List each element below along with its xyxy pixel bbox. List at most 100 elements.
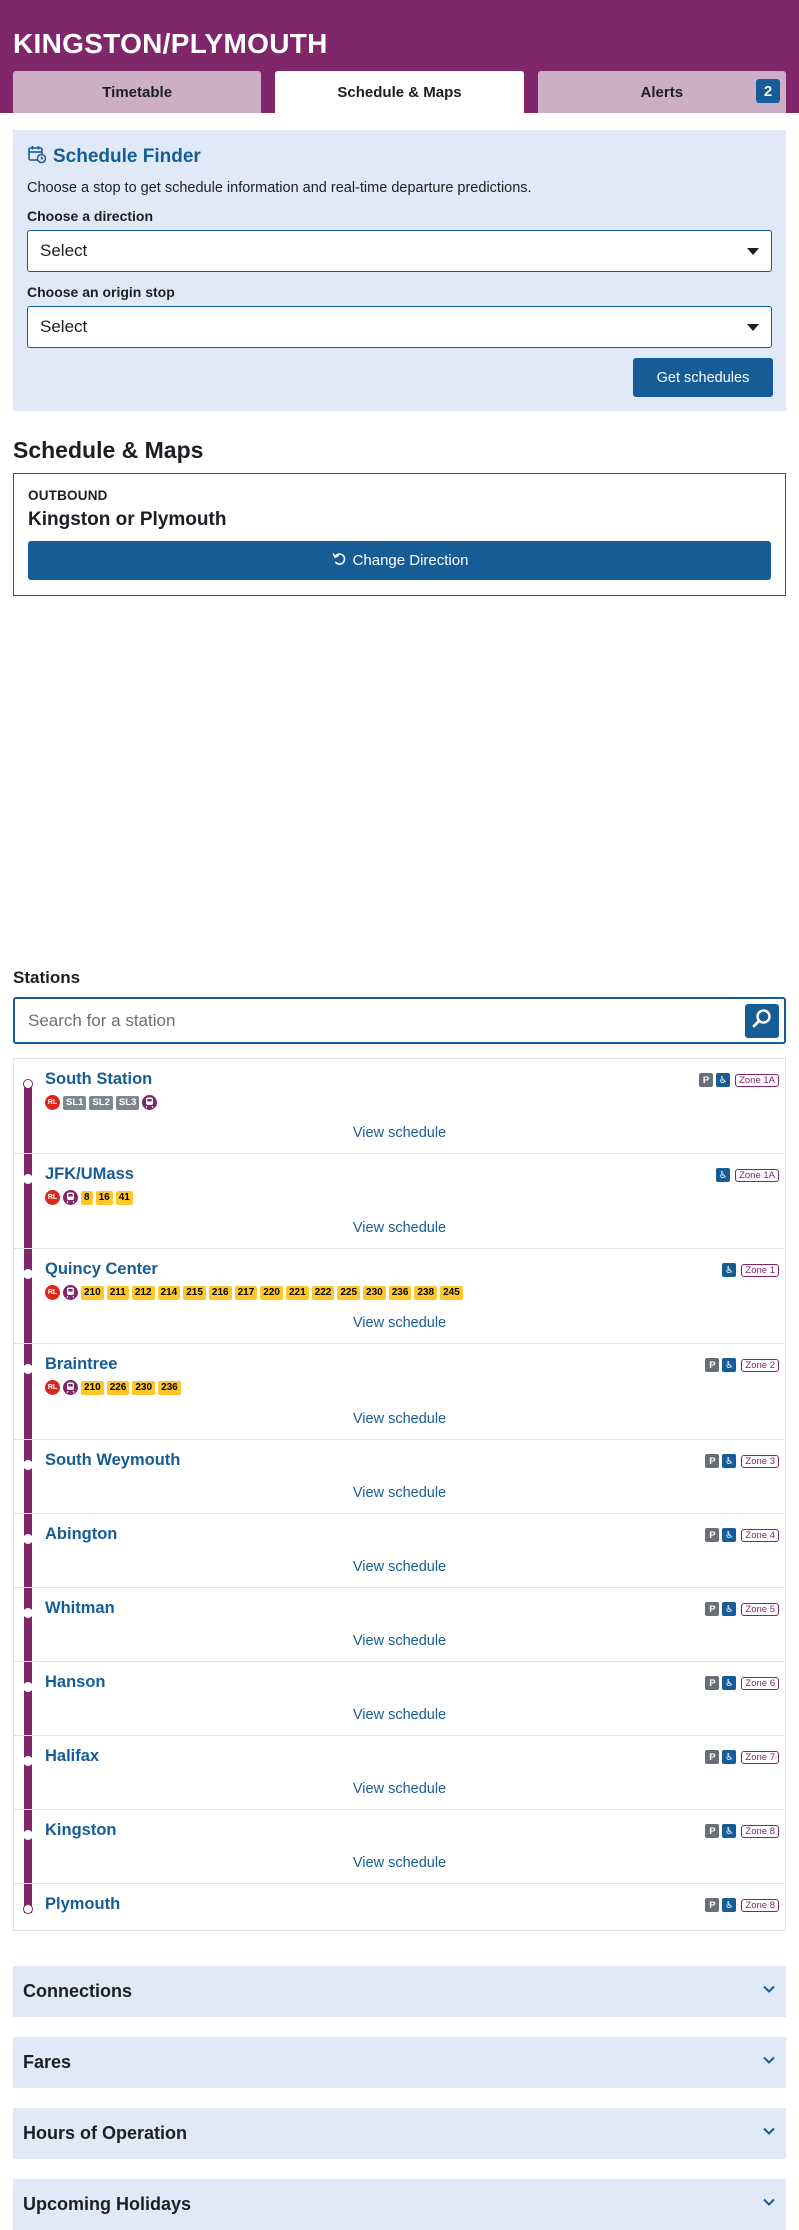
direction-name: Kingston or Plymouth <box>28 509 227 530</box>
station-row: Plymouth P ♿ Zone 8 <box>14 1884 785 1931</box>
route-tabs: Timetable Schedule & Maps Alerts 2 <box>13 71 786 113</box>
zone-badge: Zone 6 <box>741 1676 779 1690</box>
stop-marker <box>23 1460 33 1470</box>
bus-route-badge: 222 <box>311 1285 335 1300</box>
red-line-icon: RL <box>45 1285 60 1300</box>
station-features: P ♿ Zone 2 <box>705 1358 779 1372</box>
tab-schedule-maps[interactable]: Schedule & Maps <box>275 71 524 113</box>
zone-badge: Zone 3 <box>741 1454 779 1468</box>
zone-badge: Zone 8 <box>741 1898 779 1912</box>
station-name-link[interactable]: Kingston <box>45 1821 117 1840</box>
view-schedule-link[interactable]: View schedule <box>14 1707 785 1723</box>
station-row: Halifax P ♿ Zone 7 View schedule <box>14 1736 785 1810</box>
accessible-icon: ♿ <box>716 1168 731 1182</box>
station-features: P ♿ Zone 1A <box>699 1073 779 1087</box>
station-row: JFK/UMass ♿ Zone 1A RL 8 16 41 View schedule <box>14 1154 785 1249</box>
stop-marker <box>23 1364 33 1374</box>
tab-alerts[interactable]: Alerts 2 <box>537 71 786 113</box>
accordion-title: Upcoming Holidays <box>23 2194 192 2214</box>
chevron-down-icon <box>762 1982 776 2001</box>
search-button[interactable] <box>745 1003 779 1038</box>
view-schedule-link[interactable]: View schedule <box>14 1633 785 1649</box>
silver-line-badge: SL3 <box>115 1095 140 1110</box>
zone-badge: Zone 2 <box>741 1358 779 1372</box>
bus-route-badge: 221 <box>285 1285 309 1300</box>
bus-route-badge: 41 <box>115 1190 133 1205</box>
station-features: P ♿ Zone 3 <box>705 1454 779 1468</box>
silver-line-badge: SL2 <box>89 1095 113 1110</box>
view-schedule-link[interactable]: View schedule <box>14 1855 785 1871</box>
view-schedule-link[interactable]: View schedule <box>14 1485 785 1501</box>
connections-accordion[interactable]: Connections <box>13 1966 786 2017</box>
view-schedule-link[interactable]: View schedule <box>14 1559 785 1575</box>
change-direction-label: Change Direction <box>352 552 469 569</box>
station-name-link[interactable]: JFK/UMass <box>45 1165 134 1184</box>
change-direction-button[interactable]: Change Direction <box>28 541 771 580</box>
station-row: Whitman P ♿ Zone 5 View schedule <box>14 1588 785 1662</box>
caret-down-icon <box>747 247 759 255</box>
hours-accordion[interactable]: Hours of Operation <box>13 2108 786 2159</box>
route-header: KINGSTON/PLYMOUTH Timetable Schedule & M… <box>0 0 799 113</box>
station-name-link[interactable]: Plymouth <box>45 1895 120 1914</box>
station-row: South Station P ♿ Zone 1A RL SL1 SL2 SL3 View sc… <box>14 1059 785 1154</box>
station-row: South Weymouth P ♿ Zone 3 View schedule <box>14 1440 785 1514</box>
route-title: KINGSTON/PLYMOUTH <box>13 28 328 59</box>
accordion-title: Connections <box>23 1981 133 2001</box>
view-schedule-link[interactable]: View schedule <box>14 1220 785 1236</box>
station-search-input[interactable]: Search for a station <box>13 997 786 1044</box>
station-features: ♿ Zone 1 <box>722 1263 779 1277</box>
station-name-link[interactable]: South Station <box>45 1070 152 1089</box>
accessible-icon: ♿ <box>722 1602 737 1616</box>
search-icon <box>751 1007 773 1034</box>
station-name-link[interactable]: Hanson <box>45 1673 106 1692</box>
station-name-link[interactable]: Whitman <box>45 1599 115 1618</box>
bus-route-badge: 226 <box>106 1380 130 1395</box>
view-schedule-link[interactable]: View schedule <box>14 1315 785 1331</box>
view-schedule-link[interactable]: View schedule <box>14 1411 785 1427</box>
tab-timetable[interactable]: Timetable <box>13 71 262 113</box>
station-features: P ♿ Zone 4 <box>705 1528 779 1542</box>
origin-select[interactable]: Select <box>27 306 772 348</box>
accessible-icon: ♿ <box>722 1898 737 1912</box>
connection-badges: RL 8 16 41 <box>45 1190 133 1205</box>
commuter-rail-icon <box>63 1380 78 1395</box>
holidays-accordion[interactable]: Upcoming Holidays <box>13 2179 786 2230</box>
station-row: Kingston P ♿ Zone 8 View schedule <box>14 1810 785 1884</box>
connection-badges: RL 210 211 212 214 215 216 217 220 221 222 225 230 23… <box>45 1285 463 1300</box>
zone-badge: Zone 1A <box>735 1168 779 1182</box>
red-line-icon: RL <box>45 1095 60 1110</box>
red-line-icon: RL <box>45 1190 60 1205</box>
red-line-icon: RL <box>45 1380 60 1395</box>
zone-badge: Zone 8 <box>741 1824 779 1838</box>
bus-route-badge: 225 <box>337 1285 361 1300</box>
parking-icon: P <box>705 1824 720 1838</box>
station-name-link[interactable]: South Weymouth <box>45 1451 180 1470</box>
accessible-icon: ♿ <box>722 1263 737 1277</box>
station-features: P ♿ Zone 8 <box>705 1824 779 1838</box>
accessible-icon: ♿ <box>722 1824 737 1838</box>
direction-select-value: Select <box>40 241 88 260</box>
station-name-link[interactable]: Quincy Center <box>45 1260 158 1279</box>
station-features: P ♿ Zone 6 <box>705 1676 779 1690</box>
get-schedules-button[interactable]: Get schedules <box>633 358 773 397</box>
schedule-finder-title: Schedule Finder <box>53 146 201 167</box>
station-features: P ♿ Zone 7 <box>705 1750 779 1764</box>
bus-route-badge: 8 <box>81 1190 93 1205</box>
view-schedule-link[interactable]: View schedule <box>14 1125 785 1141</box>
accordion-title: Hours of Operation <box>23 2123 188 2143</box>
fares-accordion[interactable]: Fares <box>13 2037 786 2088</box>
bus-route-badge: 214 <box>157 1285 181 1300</box>
bus-route-badge: 220 <box>260 1285 283 1300</box>
stop-marker <box>23 1174 33 1184</box>
station-name-link[interactable]: Braintree <box>45 1355 117 1374</box>
view-schedule-link[interactable]: View schedule <box>14 1781 785 1797</box>
accessible-icon: ♿ <box>722 1676 737 1690</box>
direction-select[interactable]: Select <box>27 230 772 272</box>
bus-route-badge: 238 <box>414 1285 438 1300</box>
stop-marker <box>23 1682 33 1692</box>
station-name-link[interactable]: Halifax <box>45 1747 99 1766</box>
bus-route-badge: 210 <box>81 1380 104 1395</box>
station-name-link[interactable]: Abington <box>45 1525 117 1544</box>
commuter-rail-icon <box>63 1285 78 1300</box>
chevron-down-icon <box>762 2124 776 2143</box>
